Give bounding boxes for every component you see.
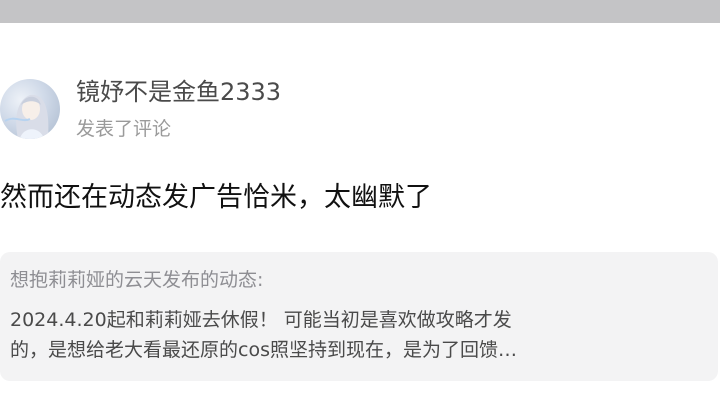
comment-text: 然而还在动态发广告恰米，太幽默了 [0, 182, 432, 213]
quoted-post-line: 2024.4.20起和莉莉娅去休假！ 可能当初是喜欢做攻略才发 [10, 309, 512, 331]
user-avatar[interactable] [0, 79, 60, 139]
username[interactable]: 镜妤不是金鱼2333 [76, 76, 281, 108]
quoted-post-line: 的，是想给老大看最还原的cos照坚持到现在，是为了回馈… [10, 339, 517, 361]
top-status-bar [0, 0, 720, 23]
quoted-post-author[interactable]: 想抱莉莉娅的云天发布的动态: [10, 266, 263, 294]
action-label: 发表了评论 [76, 118, 172, 140]
avatar-image-icon [4, 94, 49, 139]
